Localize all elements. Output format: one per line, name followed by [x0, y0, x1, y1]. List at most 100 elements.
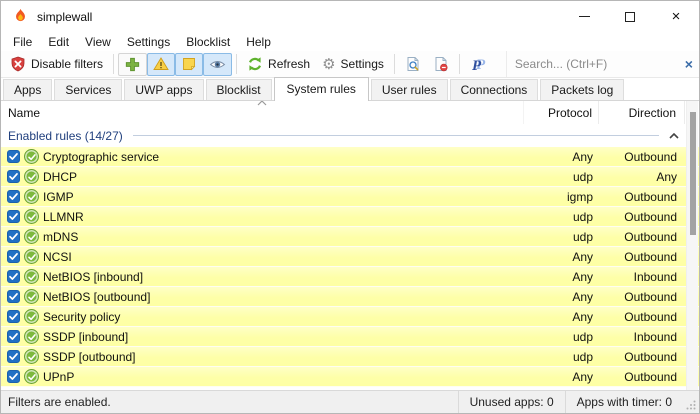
clear-log-button[interactable]	[427, 53, 455, 76]
collapse-group-icon[interactable]	[669, 133, 679, 139]
settings-button[interactable]: ⚙ Settings	[316, 53, 390, 76]
rule-name: NetBIOS [outbound]	[43, 290, 523, 304]
tab-system-rules[interactable]: System rules	[274, 77, 369, 101]
menu-item-view[interactable]: View	[77, 33, 119, 51]
rule-name: Security policy	[43, 310, 523, 324]
rule-enabled-check-icon	[24, 269, 39, 284]
column-header-direction[interactable]: Direction	[599, 101, 685, 124]
clear-search-icon[interactable]: ×	[678, 56, 700, 72]
rule-protocol: Any	[523, 310, 599, 324]
rule-rows: Cryptographic service Any Outbound DHCP …	[1, 147, 699, 387]
group-divider-line	[133, 135, 659, 136]
rule-protocol: Any	[523, 270, 599, 284]
toolbar-separator	[236, 54, 237, 74]
rule-direction: Inbound	[599, 330, 685, 344]
close-icon: ×	[672, 9, 681, 24]
rule-checkbox[interactable]	[7, 150, 20, 163]
rule-protocol: udp	[523, 330, 599, 344]
menu-item-file[interactable]: File	[5, 33, 40, 51]
rule-name: NetBIOS [inbound]	[43, 270, 523, 284]
vertical-scrollbar[interactable]	[686, 101, 698, 390]
rule-checkbox[interactable]	[7, 350, 20, 363]
rule-enabled-check-icon	[24, 369, 39, 384]
tab-apps[interactable]: Apps	[3, 79, 52, 100]
rule-enabled-check-icon	[24, 149, 39, 164]
window-title: simplewall	[37, 10, 92, 24]
menu-item-blocklist[interactable]: Blocklist	[178, 33, 238, 51]
menu-item-settings[interactable]: Settings	[119, 33, 178, 51]
rule-protocol: udp	[523, 170, 599, 184]
rule-direction: Inbound	[599, 270, 685, 284]
rule-row[interactable]: DHCP udp Any	[1, 167, 699, 186]
rule-direction: Outbound	[599, 230, 685, 244]
rule-name: UPnP	[43, 370, 523, 384]
tab-services[interactable]: Services	[54, 79, 122, 100]
menu-item-edit[interactable]: Edit	[40, 33, 77, 51]
donate-paypal-button[interactable]: P P	[464, 53, 496, 76]
resize-grip[interactable]	[683, 391, 699, 413]
rule-checkbox[interactable]	[7, 210, 20, 223]
status-unused-apps: Unused apps: 0	[458, 391, 565, 413]
column-header-protocol[interactable]: Protocol	[523, 101, 599, 124]
rule-row[interactable]: SSDP [inbound] udp Inbound	[1, 327, 699, 346]
rule-checkbox[interactable]	[7, 270, 20, 283]
rule-direction: Outbound	[599, 310, 685, 324]
eye-icon	[209, 56, 226, 73]
rule-direction: Outbound	[599, 210, 685, 224]
scrollbar-thumb[interactable]	[690, 112, 696, 235]
tab-connections[interactable]: Connections	[450, 79, 539, 100]
rule-protocol: igmp	[523, 190, 599, 204]
tab-user-rules[interactable]: User rules	[371, 79, 448, 100]
search-input[interactable]	[507, 53, 678, 75]
maximize-button[interactable]	[607, 1, 653, 32]
rule-direction: Outbound	[599, 150, 685, 164]
rule-row[interactable]: Security policy Any Outbound	[1, 307, 699, 326]
disable-filters-label: Disable filters	[31, 57, 103, 71]
rule-checkbox[interactable]	[7, 170, 20, 183]
menu-item-help[interactable]: Help	[238, 33, 279, 51]
add-rule-button[interactable]	[118, 53, 147, 76]
show-warnings-toggle[interactable]	[147, 53, 175, 76]
minimize-button[interactable]	[561, 1, 607, 32]
close-button[interactable]: ×	[653, 1, 699, 32]
toolbar-separator	[113, 54, 114, 74]
rule-protocol: udp	[523, 210, 599, 224]
rule-direction: Outbound	[599, 250, 685, 264]
tab-blocklist[interactable]: Blocklist	[206, 79, 272, 100]
rule-checkbox[interactable]	[7, 190, 20, 203]
show-hidden-eye-toggle[interactable]	[203, 53, 232, 76]
rule-checkbox[interactable]	[7, 230, 20, 243]
refresh-button[interactable]: Refresh	[241, 53, 316, 76]
tab-uwp-apps[interactable]: UWP apps	[124, 79, 203, 100]
rule-direction: Outbound	[599, 190, 685, 204]
tab-label: Blocklist	[217, 83, 261, 97]
rule-row[interactable]: NetBIOS [inbound] Any Inbound	[1, 267, 699, 286]
refresh-label: Refresh	[268, 57, 310, 71]
rule-enabled-check-icon	[24, 329, 39, 344]
rule-enabled-check-icon	[24, 229, 39, 244]
rule-row[interactable]: IGMP igmp Outbound	[1, 187, 699, 206]
rule-row[interactable]: UPnP Any Outbound	[1, 367, 699, 386]
rule-row[interactable]: mDNS udp Outbound	[1, 227, 699, 246]
rule-row[interactable]: LLMNR udp Outbound	[1, 207, 699, 226]
column-header-name[interactable]: Name	[1, 106, 523, 120]
tab-label: Apps	[14, 83, 41, 97]
rule-row[interactable]: NetBIOS [outbound] Any Outbound	[1, 287, 699, 306]
tab-packets-log[interactable]: Packets log	[540, 79, 624, 100]
rule-row[interactable]: Cryptographic service Any Outbound	[1, 147, 699, 166]
group-header-enabled-rules[interactable]: Enabled rules (14/27)	[1, 124, 699, 147]
rule-checkbox[interactable]	[7, 370, 20, 383]
open-log-button[interactable]	[399, 53, 427, 76]
group-label: Enabled rules (14/27)	[8, 129, 123, 143]
rule-checkbox[interactable]	[7, 330, 20, 343]
show-notes-toggle[interactable]	[175, 53, 203, 76]
disable-filters-button[interactable]: Disable filters	[4, 53, 109, 76]
paypal-icon: P P	[470, 55, 490, 73]
rule-checkbox[interactable]	[7, 290, 20, 303]
rule-row[interactable]: NCSI Any Outbound	[1, 247, 699, 266]
yellow-note-icon	[181, 56, 197, 72]
rule-row[interactable]: SSDP [outbound] udp Outbound	[1, 347, 699, 366]
rule-checkbox[interactable]	[7, 310, 20, 323]
rule-enabled-check-icon	[24, 209, 39, 224]
rule-checkbox[interactable]	[7, 250, 20, 263]
